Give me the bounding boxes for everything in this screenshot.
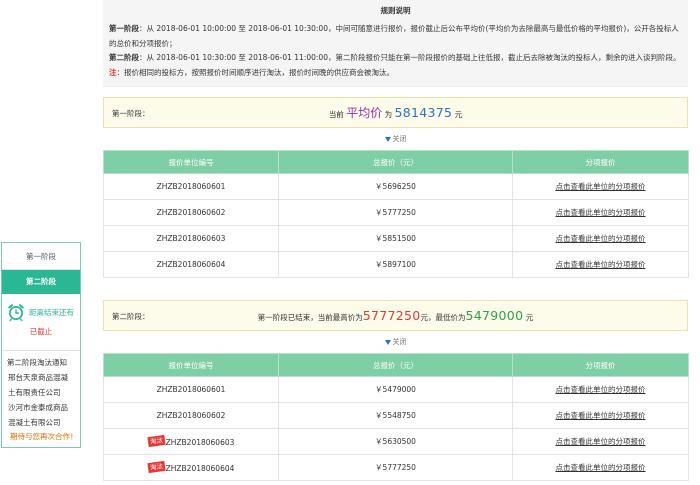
bidder-id: ZHZB2018060604 [103,251,279,278]
elimination-notice: 第二阶段淘汰通知 邢台天泉商品混凝 土有限责任公司 沙河市金泰成商品 混凝土有限… [2,350,80,446]
rules-panel: 规则说明 第一阶段：从 2018-06-01 10:00:00 至 2018-0… [103,0,688,87]
rule-note: 注：报价相同的投标方，按照报价时间顺序进行淘汰，报价时间晚的供应商会被淘汰。 [109,67,394,77]
side-stage2-tab[interactable]: 第二阶段 [2,270,80,294]
countdown-label: 距离结束还有 [29,307,74,317]
table-row: ZHZB2018060601 ￥5696250 点击查看此单位的分项报价 [103,173,689,200]
rule-stage2: 第二阶段：从 2018-06-01 10:30:00 至 2018-06-01 … [109,53,681,62]
bidder-id: ZHZB2018060602 [103,402,279,429]
notice-item: 土有限责任公司 [8,388,61,397]
detail-link[interactable]: 点击查看此单位的分项报价 [556,385,646,394]
notice-item: 沙河市金泰成商品 [8,403,68,412]
stage-side-panel: 第一阶段 第二阶段 距离结束还有 已截止 第二阶段淘汰通知 邢台天泉商品混凝 土… [1,242,81,448]
caret-down-icon [384,339,391,345]
caret-down-icon [384,136,391,142]
bidder-id: ZHZB2018060601 [103,376,279,403]
detail-link[interactable]: 点击查看此单位的分项报价 [556,411,646,420]
stage2-table: 报价单位编号 总报价（元） 分项报价 ZHZB2018060601 ￥54790… [103,353,689,481]
table-row: ZHZB2018060602 ￥5548750 点击查看此单位的分项报价 [103,402,689,429]
rule-stage1: 第一阶段：从 2018-06-01 10:00:00 至 2018-06-01 … [109,24,679,48]
average-word: 平均价 [346,106,383,120]
bid-price: ￥5897100 [278,251,513,278]
detail-link[interactable]: 点击查看此单位的分项报价 [556,234,646,243]
bidder-id: ZHZB2018060601 [103,173,279,200]
bid-price: ￥5548750 [278,402,513,429]
table-row: 淘汰 ZHZB2018060603 ￥5630500 点击查看此单位的分项报价 [103,428,689,455]
stage2-range: 第一阶段已结束，当前最高价为5777250元，最低价为5479000 元 [257,308,534,323]
ended-status: 已截止 [29,327,53,336]
bidder-id-cell: 淘汰 ZHZB2018060603 [103,428,279,455]
notice-footer: 期待与您再次合作！ [10,432,78,441]
bid-price: ￥5696250 [278,173,513,200]
eliminated-tag: 淘汰 [146,460,166,474]
max-price-value: 5777250 [362,308,421,323]
col-header-detail: 分项报价 [512,353,689,377]
stage1-average: 当前 平均价 为 5814375 元 [328,105,463,120]
side-stage1-tab[interactable]: 第一阶段 [2,243,80,270]
bid-price: ￥5777250 [278,199,513,226]
col-header-id: 报价单位编号 [103,353,279,377]
detail-link[interactable]: 点击查看此单位的分项报价 [556,463,646,472]
table-row: ZHZB2018060604 ￥5897100 点击查看此单位的分项报价 [103,251,689,278]
bid-price: ￥5479000 [278,376,513,403]
countdown: 距离结束还有 [2,294,80,322]
detail-link[interactable]: 点击查看此单位的分项报价 [556,437,646,446]
table-row: ZHZB2018060603 ￥5851500 点击查看此单位的分项报价 [103,225,689,252]
notice-list: 邢台天泉商品混凝 土有限责任公司 沙河市金泰成商品 混凝土有限公司 [2,370,80,430]
table-row: ZHZB2018060602 ￥5777250 点击查看此单位的分项报价 [103,199,689,226]
stage2-summary: 第二阶段： 第一阶段已结束，当前最高价为5777250元，最低价为5479000… [103,300,688,331]
detail-link[interactable]: 点击查看此单位的分项报价 [556,182,646,191]
eliminated-tag: 淘汰 [146,434,166,448]
detail-link[interactable]: 点击查看此单位的分项报价 [556,208,646,217]
bid-price: ￥5630500 [278,428,513,455]
stage1-label: 第一阶段： [112,109,150,118]
bid-price: ￥5777250 [278,454,513,481]
bidder-id: ZHZB2018060604 [165,464,235,473]
stage2-label: 第二阶段： [112,312,150,321]
col-header-total: 总报价（元） [278,150,513,174]
col-header-id: 报价单位编号 [103,150,279,174]
stage1-summary: 第一阶段： 当前 平均价 为 5814375 元 [103,97,688,128]
bidder-id-cell: 淘汰 ZHZB2018060604 [103,454,279,481]
notice-item: 邢台天泉商品混凝 [8,373,68,382]
table-row: ZHZB2018060601 ￥5479000 点击查看此单位的分项报价 [103,376,689,403]
stage1-toggle[interactable]: 关闭 [103,128,688,150]
bidder-id: ZHZB2018060603 [103,225,279,252]
table-row: 淘汰 ZHZB2018060604 ￥5777250 点击查看此单位的分项报价 [103,454,689,481]
bidder-id: ZHZB2018060602 [103,199,279,226]
main-content: 规则说明 第一阶段：从 2018-06-01 10:00:00 至 2018-0… [103,0,689,485]
stage2-toggle[interactable]: 关闭 [103,331,688,353]
rules-title: 规则说明 [380,6,411,15]
alarm-clock-icon [8,304,24,322]
notice-item: 混凝土有限公司 [8,418,61,427]
notice-title: 第二阶段淘汰通知 [7,358,67,367]
average-value: 5814375 [394,105,453,120]
min-price-value: 5479000 [465,308,524,323]
stage1-table: 报价单位编号 总报价（元） 分项报价 ZHZB2018060601 ￥56962… [103,150,689,278]
col-header-detail: 分项报价 [512,150,689,174]
bid-price: ￥5851500 [278,225,513,252]
detail-link[interactable]: 点击查看此单位的分项报价 [556,260,646,269]
col-header-total: 总报价（元） [278,353,513,377]
bidder-id: ZHZB2018060603 [165,438,235,447]
